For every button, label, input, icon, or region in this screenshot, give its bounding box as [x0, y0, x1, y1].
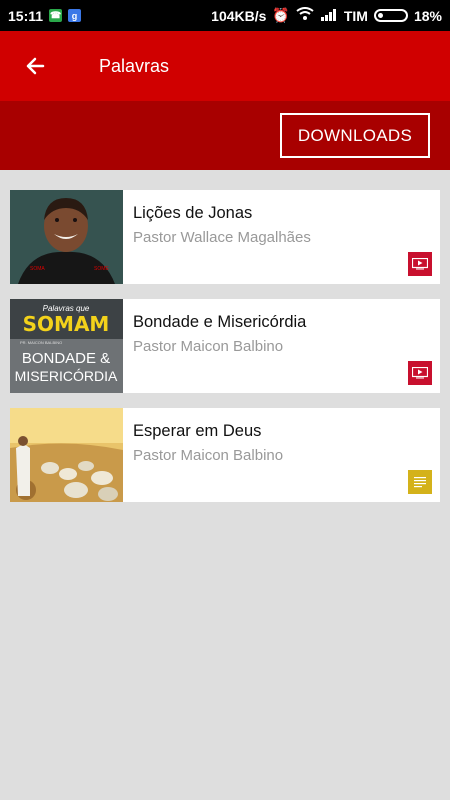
- thumb-line-5: MISERICÓRDIA: [15, 368, 118, 384]
- network-speed: 104KB/s: [211, 7, 267, 24]
- alarm-icon: ⏰: [272, 7, 290, 23]
- signal-icon: [320, 7, 338, 24]
- toolbar: DOWNLOADS: [0, 101, 450, 170]
- thumbnail: SOMA SOME: [10, 190, 123, 284]
- google-icon: g: [68, 9, 82, 22]
- thumb-line-4: BONDADE &: [22, 350, 110, 367]
- list-item[interactable]: Esperar em Deus Pastor Maicon Balbino: [10, 408, 440, 502]
- item-title: Lições de Jonas: [133, 204, 253, 222]
- thumbnail: [10, 408, 123, 502]
- status-bar: 15:11 ☎ g 104KB/s ⏰ TIM 18%: [0, 0, 450, 31]
- item-author: Pastor Maicon Balbino: [133, 447, 284, 464]
- list-item[interactable]: SOMA SOME Lições de Jonas Pastor Wallace…: [10, 190, 440, 284]
- item-title: Bondade e Misericórdia: [133, 313, 307, 331]
- thumbnail: Palavras que SOMAM PR. MAICON BALBINO BO…: [10, 299, 123, 393]
- svg-text:SOME: SOME: [94, 266, 109, 272]
- back-button[interactable]: [15, 46, 55, 86]
- battery-percent: 18%: [413, 7, 442, 24]
- list-item[interactable]: Palavras que SOMAM PR. MAICON BALBINO BO…: [10, 299, 440, 393]
- battery-icon: [373, 9, 408, 22]
- svg-text:SOMA: SOMA: [30, 266, 45, 272]
- page-title: Palavras: [99, 55, 170, 76]
- item-author: Pastor Wallace Magalhães: [133, 229, 311, 246]
- text-icon: [408, 470, 432, 494]
- item-author: Pastor Maicon Balbino: [133, 338, 284, 355]
- thumb-line-3: PR. MAICON BALBINO: [20, 340, 62, 345]
- video-icon: [408, 361, 432, 385]
- clock: 15:11: [8, 7, 44, 24]
- thumb-line-2: SOMAM: [23, 312, 110, 336]
- video-icon: [408, 252, 432, 276]
- wifi-icon: [296, 7, 314, 24]
- sermon-list: SOMA SOME Lições de Jonas Pastor Wallace…: [10, 190, 440, 517]
- carrier: TIM: [343, 7, 368, 24]
- downloads-button[interactable]: DOWNLOADS: [280, 113, 430, 158]
- item-title: Esperar em Deus: [133, 422, 262, 440]
- back-arrow-icon: [26, 57, 45, 75]
- app-bar: Palavras: [0, 31, 450, 101]
- phone-icon: ☎: [49, 9, 63, 22]
